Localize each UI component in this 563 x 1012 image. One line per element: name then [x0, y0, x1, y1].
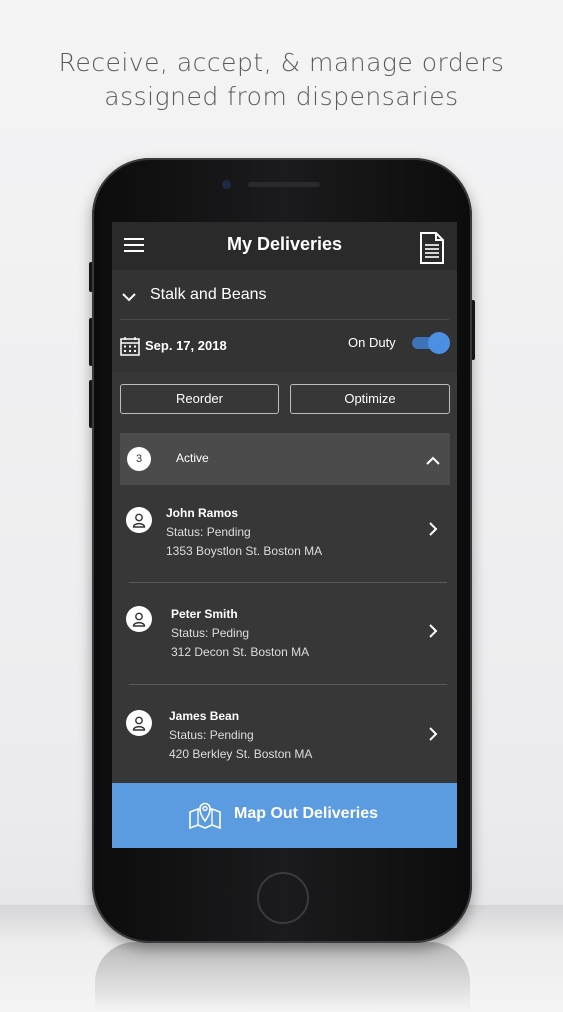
person-icon — [126, 710, 152, 736]
earpiece-speaker — [248, 182, 320, 187]
headline-line-1: Receive, accept, & manage orders — [58, 48, 505, 77]
app-screen: My Deliveries Stalk and Beans Sep. 17, 2… — [112, 222, 457, 848]
reorder-button[interactable]: Reorder — [120, 384, 279, 414]
map-button-label: Map Out Deliveries — [234, 805, 379, 822]
recipient-name: John Ramos — [166, 506, 239, 520]
calendar-icon[interactable] — [120, 336, 140, 361]
page-title: My Deliveries — [226, 234, 343, 254]
date-duty-row: Sep. 17, 2018 On Duty — [112, 320, 457, 372]
delivery-status: Status: Peding — [171, 626, 250, 640]
active-label: Active — [176, 451, 209, 465]
on-duty-label: On Duty — [348, 335, 396, 350]
delivery-row[interactable]: Peter Smith Status: Peding 312 Decon St.… — [112, 588, 457, 678]
active-count-badge: 3 — [127, 447, 151, 471]
person-icon — [126, 606, 152, 632]
home-button[interactable] — [257, 872, 309, 924]
chevron-right-icon — [429, 727, 438, 746]
chevron-right-icon — [429, 522, 438, 541]
front-camera — [222, 180, 231, 189]
chevron-up-icon[interactable] — [426, 452, 440, 470]
delivery-address: 312 Decon St. Boston MA — [171, 645, 310, 659]
optimize-button[interactable]: Optimize — [290, 384, 450, 414]
recipient-name: James Bean — [169, 709, 240, 723]
map-out-deliveries-button[interactable]: Map Out Deliveries — [112, 783, 457, 848]
divider — [129, 582, 447, 583]
recipient-name: Peter Smith — [171, 607, 238, 621]
phone-reflection — [95, 942, 470, 1012]
delivery-row[interactable]: James Bean Status: Pending 420 Berkley S… — [112, 690, 457, 780]
delivery-status: Status: Pending — [169, 728, 254, 742]
marketing-headline: Receive, accept, & manage orders assigne… — [0, 46, 563, 114]
person-icon — [126, 507, 152, 533]
map-pin-icon — [188, 800, 222, 835]
delivery-status: Status: Pending — [166, 525, 251, 539]
headline-line-2: assigned from dispensaries — [104, 82, 459, 111]
top-app-bar: My Deliveries — [112, 222, 457, 270]
chevron-right-icon — [429, 624, 438, 643]
divider — [129, 684, 447, 685]
active-section-header[interactable]: 3 Active — [120, 433, 450, 485]
chevron-down-icon — [122, 289, 136, 307]
document-icon[interactable] — [419, 232, 445, 269]
delivery-row[interactable]: John Ramos Status: Pending 1353 Boystlon… — [112, 486, 457, 576]
delivery-address: 420 Berkley St. Boston MA — [169, 747, 313, 761]
delivery-date[interactable]: Sep. 17, 2018 — [145, 338, 227, 353]
delivery-address: 1353 Boystlon St. Boston MA — [166, 544, 323, 558]
store-selector[interactable]: Stalk and Beans — [112, 270, 457, 320]
store-name: Stalk and Beans — [150, 286, 267, 303]
on-duty-toggle[interactable] — [412, 332, 450, 354]
